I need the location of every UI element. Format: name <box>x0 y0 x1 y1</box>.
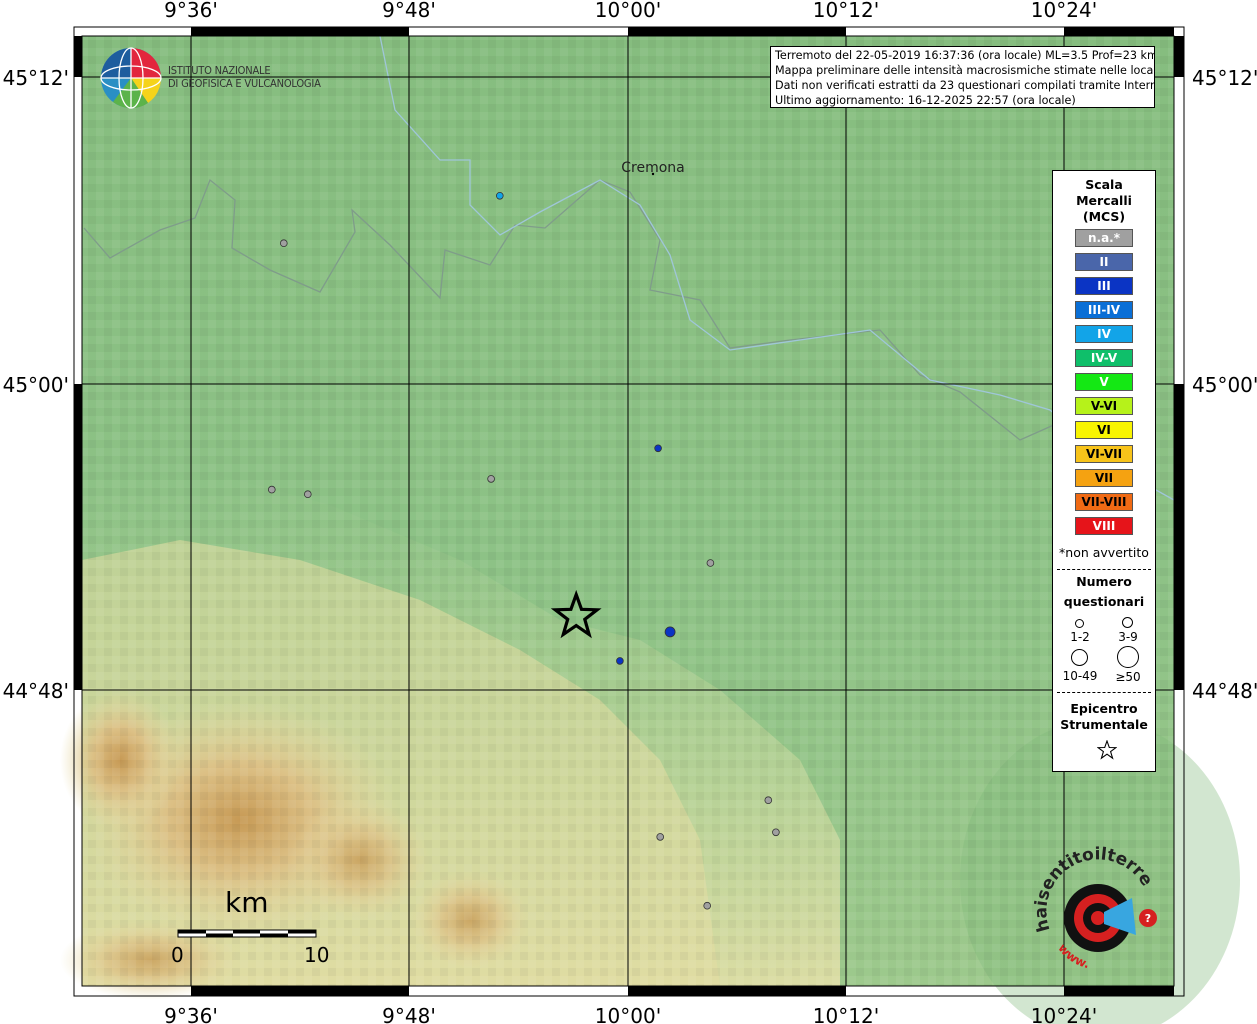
lon-label: 9°36' <box>164 1004 218 1024</box>
legend-title-line: (MCS) <box>1082 209 1126 224</box>
count-class-label: 10-49 <box>1062 669 1098 683</box>
legend-item: III-IV <box>1075 301 1133 319</box>
intensity-point[interactable] <box>303 490 312 499</box>
lon-label: 10°12' <box>813 1004 879 1024</box>
legend-divider <box>1057 692 1151 693</box>
count-circle-large-icon <box>1071 649 1088 666</box>
legend-divider <box>1057 569 1151 570</box>
intensity-point[interactable] <box>487 475 495 483</box>
intensity-point[interactable] <box>654 444 662 453</box>
intensity-point[interactable] <box>664 626 676 638</box>
city-cremona[interactable]: Cremona <box>621 160 685 176</box>
legend-item: VII-VIII <box>1075 493 1133 511</box>
info-line-data-note: Dati non verificati estratti da 23 quest… <box>775 79 1155 92</box>
lat-label: 44°48' <box>1192 679 1257 703</box>
count-circle-small-icon <box>1075 619 1084 628</box>
epicenter-title: Epicentro <box>1070 701 1138 716</box>
legend-item: II <box>1075 253 1133 271</box>
legend-title: Scala Mercalli (MCS) <box>1053 177 1155 225</box>
intensity-point[interactable] <box>279 239 288 248</box>
legend-title-line: Scala <box>1085 177 1123 192</box>
intensity-point[interactable] <box>764 796 773 804</box>
ingv-logo-icon <box>100 47 162 109</box>
longitude-labels-top: 9°36' 9°48' 10°00' 10°12' 10°24' <box>164 0 1097 22</box>
legend-item: VI-VII <box>1075 445 1133 463</box>
legend-note: *non avvertito <box>1059 545 1149 560</box>
count-circle-xlarge-icon <box>1117 646 1139 668</box>
lon-label: 10°00' <box>595 0 661 22</box>
intensity-point[interactable] <box>656 833 664 841</box>
info-line-event: Terremoto del 22-05-2019 16:37:36 (ora l… <box>775 49 1155 62</box>
event-info-box: Terremoto del 22-05-2019 16:37:36 (ora l… <box>770 46 1155 108</box>
legend-item: n.a.* <box>1075 229 1133 247</box>
longitude-labels-bottom: 9°36' 9°48' 10°00' 10°12' 10°24' <box>164 1004 1097 1024</box>
intensity-point[interactable] <box>772 828 780 837</box>
count-title: questionari <box>1063 594 1145 609</box>
epicenter-legend-star-icon <box>1097 740 1117 760</box>
svg-text:?: ? <box>1145 912 1151 925</box>
legend-title-line: Mercalli <box>1076 193 1132 208</box>
scale-min-label: 0 <box>171 943 184 967</box>
ingv-organization-name: ISTITUTO NAZIONALE DI GEOFISICA E VULCAN… <box>168 64 321 90</box>
count-class-label: 3-9 <box>1118 630 1138 644</box>
lon-label: 9°48' <box>382 0 436 22</box>
lon-label: 9°48' <box>382 1004 436 1024</box>
count-class-label: 1-2 <box>1070 630 1090 644</box>
intensity-point[interactable] <box>703 901 711 910</box>
intensity-point[interactable] <box>706 559 715 567</box>
lat-label: 44°48' <box>3 679 69 703</box>
legend-item: III <box>1075 277 1133 295</box>
lon-label: 10°24' <box>1031 0 1097 22</box>
count-title: Numero <box>1076 574 1132 589</box>
scale-max-label: 10 <box>304 943 330 967</box>
legend-item: VI <box>1075 421 1133 439</box>
lon-label: 10°00' <box>595 1004 661 1024</box>
intensity-point[interactable] <box>495 192 504 200</box>
latitude-labels-left: 45°12' 45°00' 44°48' <box>3 66 69 703</box>
info-line-description: Mappa preliminare delle intensità macros… <box>775 64 1155 77</box>
intensity-point[interactable] <box>616 657 624 665</box>
city-label: Cremona <box>621 160 685 176</box>
lon-label: 10°12' <box>813 0 879 22</box>
lat-label: 45°00' <box>3 373 69 397</box>
lat-label: 45°00' <box>1192 373 1257 397</box>
lon-label: 9°36' <box>164 0 218 22</box>
legend-item: VII <box>1075 469 1133 487</box>
legend-item: IV <box>1075 325 1133 343</box>
legend-item: IV-V <box>1075 349 1133 367</box>
org-line1: ISTITUTO NAZIONALE <box>168 64 271 77</box>
lat-label: 45°12' <box>3 66 69 90</box>
scale-title: km <box>225 886 269 919</box>
count-class-label: ≥50 <box>1115 670 1141 684</box>
mcs-legend: Scala Mercalli (MCS) n.a.* II III III-IV IV I… <box>1052 170 1156 772</box>
legend-item: V-VI <box>1075 397 1133 415</box>
legend-item: VIII <box>1075 517 1133 535</box>
org-line2: DI GEOFISICA E VULCANOLOGIA <box>168 77 321 90</box>
lon-label: 10°24' <box>1031 1004 1097 1024</box>
latitude-labels-right: 45°12' 45°00' 44°48' <box>1192 66 1257 703</box>
scale-bar <box>177 929 317 938</box>
legend-item: V <box>1075 373 1133 391</box>
lat-label: 45°12' <box>1192 66 1257 90</box>
info-line-updated: Ultimo aggiornamento: 16-12-2025 22:57 (… <box>775 94 1076 107</box>
epicenter-title: Strumentale <box>1060 717 1148 732</box>
count-circle-medium-icon <box>1122 617 1133 628</box>
intensity-point[interactable] <box>267 485 276 494</box>
